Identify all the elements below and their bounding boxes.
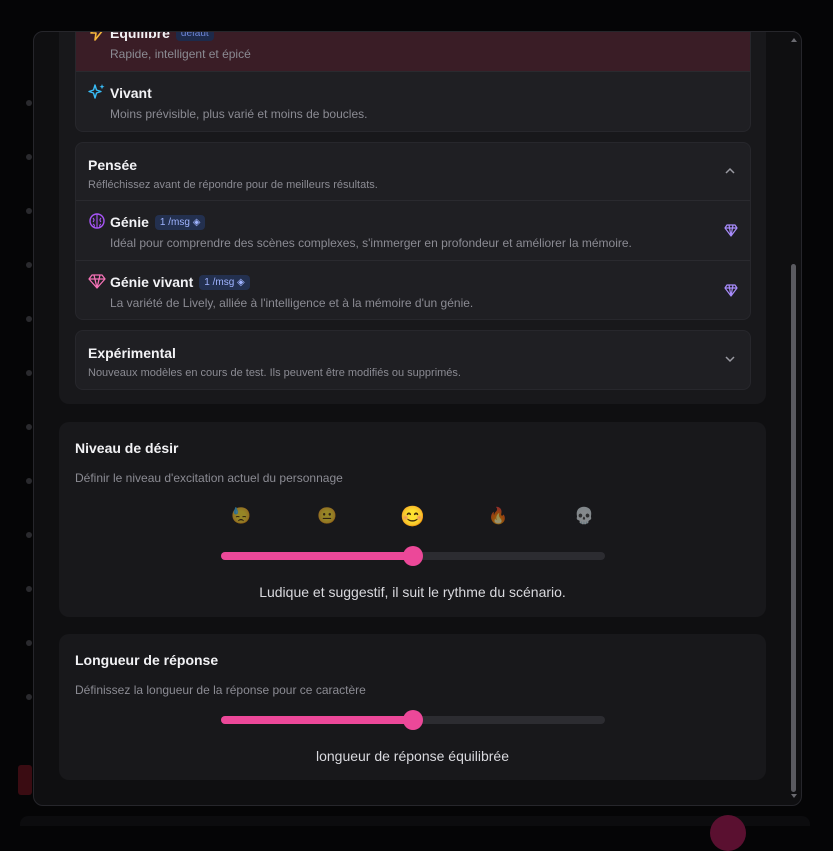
cost-badge: 1 /msg ◈ [154, 215, 206, 230]
slider-thumb[interactable] [403, 710, 423, 730]
section-title: Expérimental [88, 345, 176, 361]
lightning-icon [90, 32, 103, 41]
settings-modal: Equilibre défaut Rapide, intelligent et é… [33, 31, 802, 806]
brain-icon [89, 213, 105, 229]
emoji-level-2[interactable]: 😐 [315, 506, 339, 526]
model-option-title: Génie vivant 1 /msg ◈ [110, 274, 250, 290]
emoji-level-3[interactable]: 😊 [400, 504, 425, 529]
background-input-bar [20, 816, 810, 826]
response-length-panel: Longueur de réponse Définissez la longue… [59, 634, 766, 780]
model-option-desc: La variété de Lively, alliée à l'intelli… [110, 296, 474, 310]
length-slider[interactable] [221, 710, 605, 730]
gem-icon [88, 274, 106, 289]
model-option-desc: Moins prévisible, plus varié et moins de… [110, 107, 368, 121]
chevron-up-icon[interactable] [724, 165, 736, 177]
model-option-title: Equilibre défaut [110, 32, 214, 41]
scroll-down-arrow[interactable] [791, 794, 797, 798]
length-caption: longueur de réponse équilibrée [315, 748, 510, 764]
model-option-title: Vivant [110, 85, 152, 101]
diamond-icon [724, 224, 738, 237]
emoji-level-1[interactable]: 😓 [229, 506, 253, 526]
length-desc: Définissez la longueur de la réponse pou… [75, 683, 366, 697]
length-title: Longueur de réponse [75, 652, 219, 668]
desire-slider[interactable] [221, 546, 605, 566]
section-desc: Nouveaux modèles en cours de test. Ils p… [88, 367, 461, 379]
model-panel: Equilibre défaut Rapide, intelligent et é… [59, 32, 766, 404]
model-option-desc: Idéal pour comprendre des scènes complex… [110, 236, 632, 250]
model-option-title: Génie 1 /msg ◈ [110, 214, 206, 230]
desire-panel: Niveau de désir Définir le niveau d'exci… [59, 422, 766, 617]
desire-title: Niveau de désir [75, 440, 179, 456]
emoji-level-4[interactable]: 🔥 [486, 506, 510, 526]
default-badge: défaut [175, 32, 214, 41]
scroll-up-arrow[interactable] [791, 38, 797, 42]
slider-fill [221, 716, 413, 724]
section-title: Pensée [88, 157, 138, 173]
desire-caption: Ludique et suggestif, il suit le rythme … [259, 584, 566, 600]
experimental-section[interactable]: Expérimental Nouveaux modèles en cours d… [75, 330, 751, 390]
scrollbar-thumb[interactable] [791, 264, 796, 792]
emoji-level-5[interactable]: 💀 [572, 506, 596, 526]
diamond-icon [724, 284, 738, 297]
section-desc: Réfléchissez avant de répondre pour de m… [88, 179, 378, 191]
cost-badge: 1 /msg ◈ [199, 275, 250, 290]
sparkles-icon [88, 84, 105, 99]
slider-thumb[interactable] [403, 546, 423, 566]
chevron-down-icon[interactable] [724, 353, 736, 365]
model-option-genie[interactable]: Génie 1 /msg ◈ Idéal pour comprendre des … [76, 201, 750, 261]
model-option-genie-vivant[interactable]: Génie vivant 1 /msg ◈ La variété de Livel… [76, 261, 750, 319]
base-models-card: Equilibre défaut Rapide, intelligent et é… [75, 32, 751, 132]
model-option-equilibre[interactable]: Equilibre défaut Rapide, intelligent et é… [76, 32, 750, 71]
slider-fill [221, 552, 413, 560]
background-send-button [710, 815, 746, 851]
desire-desc: Définir le niveau d'excitation actuel du… [75, 471, 343, 485]
pensee-section: Pensée Réfléchissez avant de répondre po… [75, 142, 751, 320]
background-element [18, 765, 32, 795]
pensee-header[interactable]: Pensée Réfléchissez avant de répondre po… [76, 143, 750, 201]
model-option-desc: Rapide, intelligent et épicé [110, 47, 251, 61]
model-option-vivant[interactable]: Vivant Moins prévisible, plus varié et m… [76, 71, 750, 131]
